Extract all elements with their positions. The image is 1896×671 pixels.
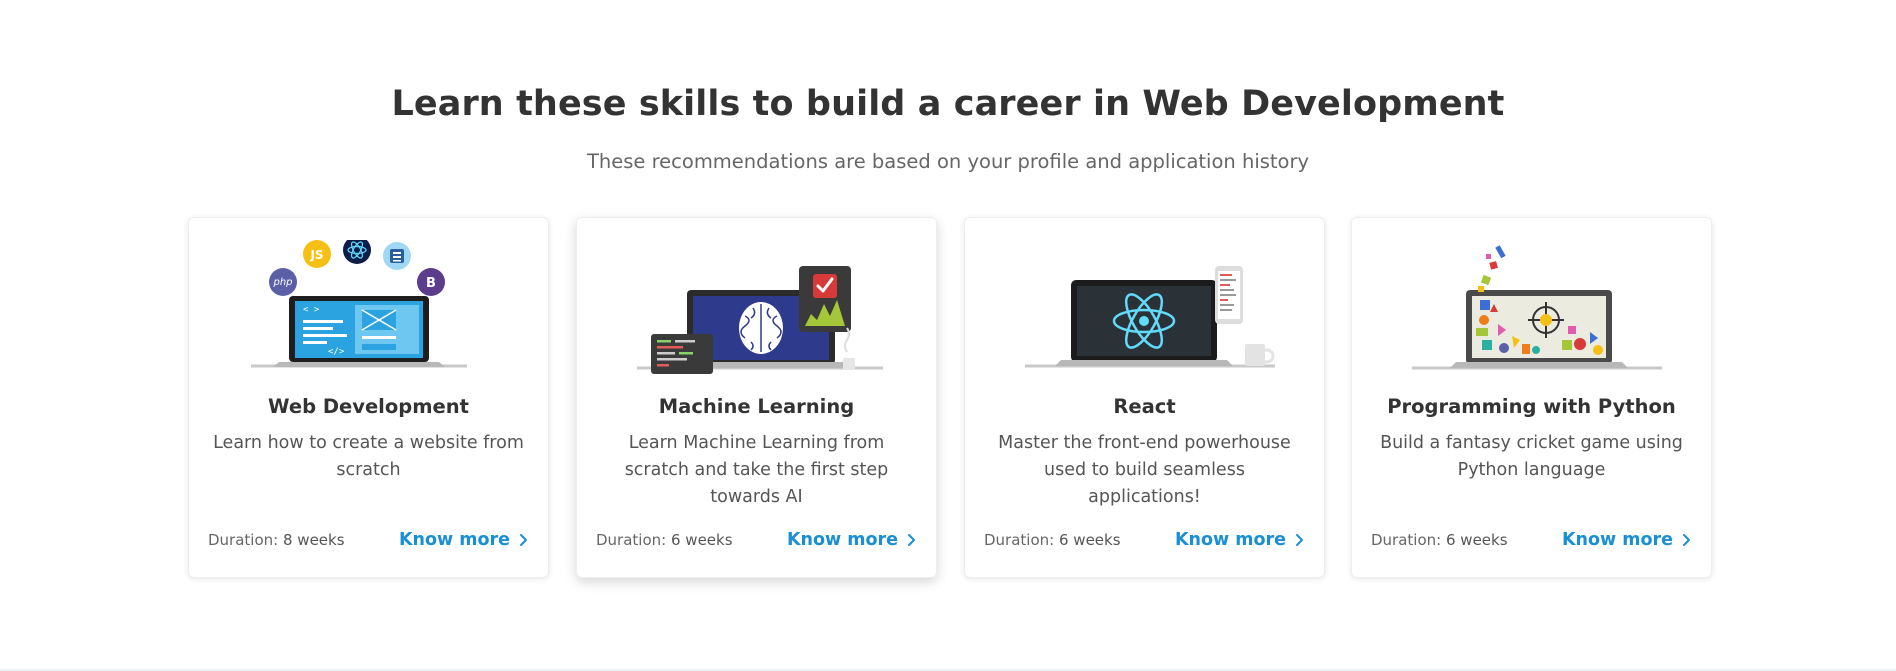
laptop-code-icon: < > </> php JS B [251,240,467,368]
duration-text: Duration: 6 weeks [1371,531,1508,549]
duration-label: Duration: [208,531,279,549]
python-game-laptop-icon [1412,245,1662,370]
brain-laptop-icon [637,266,883,374]
card-description: Build a fantasy cricket game using Pytho… [1380,433,1683,480]
card-title: Machine Learning [658,395,855,418]
section-heading: Learn these skills to build a career in … [391,84,1505,124]
chevron-right-icon [1683,534,1690,546]
card-description: Master the front-end powerhouse used to … [998,433,1291,507]
js-badge: JS [309,248,323,262]
duration-text: Duration: 6 weeks [984,531,1121,549]
svg-text:</>: </> [328,347,345,357]
duration-value: 6 weeks [670,531,733,549]
card-description: Learn Machine Learning from scratch and … [624,433,889,507]
recommendations-section: Learn these skills to build a career in … [0,0,1896,671]
php-badge: php [272,277,292,288]
card-title: Web Development [268,395,469,418]
duration-label: Duration: [984,531,1055,549]
duration-text: Duration: 8 weeks [208,531,345,549]
course-card-react[interactable]: React Master the front-end powerhouse us… [964,217,1325,578]
chevron-right-icon [520,534,527,546]
duration-value: 6 weeks [1058,531,1121,549]
card-title: React [1113,395,1176,418]
know-more-label: Know more [398,530,510,550]
know-more-label: Know more [786,530,898,550]
duration-label: Duration: [596,531,667,549]
chevron-right-icon [1296,534,1303,546]
know-more-link[interactable]: Know more [399,530,529,550]
know-more-label: Know more [1174,530,1286,550]
section-subheading: These recommendations are based on your … [586,150,1310,173]
duration-value: 6 weeks [1445,531,1508,549]
duration-label: Duration: [1371,531,1442,549]
card-footer: Duration: 8 weeks Know more [208,529,529,551]
course-card-programming-with-python[interactable]: Programming with Python Build a fantasy … [1351,217,1712,578]
card-footer: Duration: 6 weeks Know more [596,529,917,551]
know-more-link[interactable]: Know more [1175,530,1305,550]
card-footer: Duration: 6 weeks Know more [1371,529,1692,551]
chevron-right-icon [908,534,915,546]
svg-text:< >: < > [303,305,320,315]
course-card-machine-learning[interactable]: Machine Learning Learn Machine Learning … [576,217,937,578]
course-cards: < > </> php JS B Web Development Learn h… [188,217,1712,579]
course-card-web-development[interactable]: < > </> php JS B Web Development Learn h… [188,217,549,578]
duration-text: Duration: 6 weeks [596,531,733,549]
duration-value: 8 weeks [282,531,345,549]
know-more-label: Know more [1561,530,1673,550]
know-more-link[interactable]: Know more [1562,530,1692,550]
know-more-link[interactable]: Know more [787,530,917,550]
card-footer: Duration: 6 weeks Know more [984,529,1305,551]
card-description: Learn how to create a website from scrat… [213,433,524,480]
card-title: Programming with Python [1387,395,1676,418]
bootstrap-badge: B [426,276,436,291]
react-atom-laptop-icon [1025,266,1275,368]
